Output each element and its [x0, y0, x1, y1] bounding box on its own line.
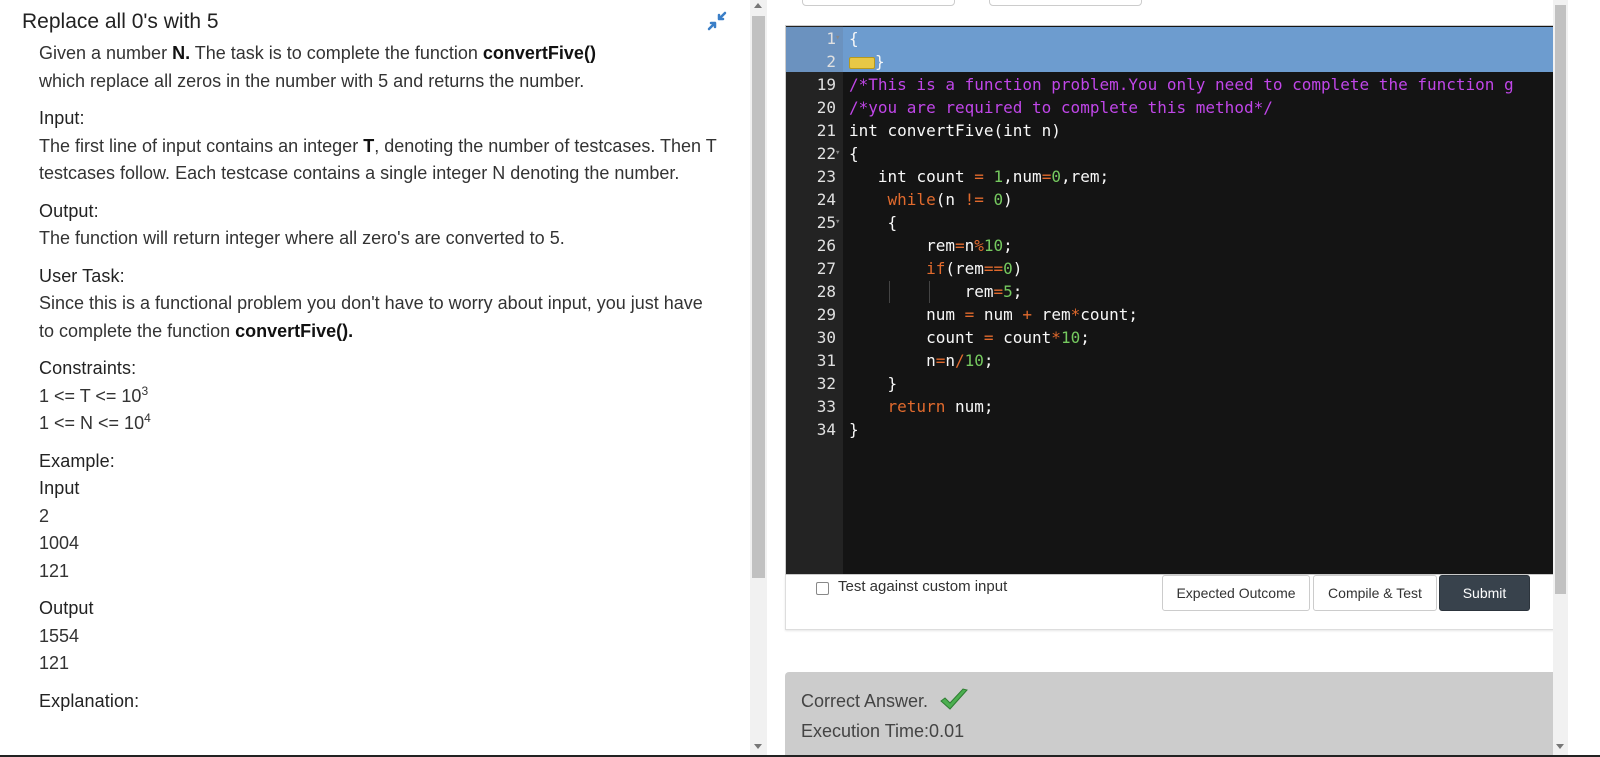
user-task-header: User Task:: [39, 265, 125, 286]
line-number: 22: [816, 144, 836, 163]
constraint-t: 1 <= T <= 103: [39, 383, 149, 406]
result-panel: Correct Answer. Execution Time:0.01: [785, 672, 1558, 757]
code-line: if(rem==0): [926, 259, 1023, 278]
code-line: {: [849, 144, 859, 163]
custom-input-checkbox[interactable]: [816, 582, 829, 595]
line-number: 29: [816, 305, 836, 324]
constraints-header: Constraints:: [39, 358, 137, 378]
example-input-line: 1004: [39, 533, 80, 553]
code-line: int convertFive(int n): [849, 121, 1061, 140]
line-number: 20: [816, 98, 836, 117]
collapse-icon[interactable]: [706, 10, 728, 32]
line-number: 25: [816, 213, 836, 232]
problem-title: Replace all 0's with 5: [22, 10, 219, 33]
custom-input-label: Test against custom input: [838, 578, 1008, 595]
fold-toggle-icon[interactable]: ▾: [835, 142, 840, 165]
right-scrollbar[interactable]: [1553, 0, 1568, 757]
example-header: Example:: [39, 450, 115, 471]
scroll-thumb[interactable]: [752, 16, 765, 578]
example-input-header: Input: [39, 478, 80, 498]
line-number: 2: [826, 52, 836, 71]
line-number: 30: [816, 328, 836, 347]
code-line: /*This is a function problem.You only ne…: [849, 75, 1514, 94]
scroll-thumb[interactable]: [1555, 5, 1566, 594]
scroll-down-arrow-icon[interactable]: [754, 744, 762, 749]
compile-test-button[interactable]: Compile & Test: [1313, 575, 1437, 611]
problem-panel: Replace all 0's with 5 Given a number N.…: [0, 0, 736, 757]
line-number: 19: [816, 75, 836, 94]
line-number: 31: [816, 351, 836, 370]
code-line: {: [887, 213, 898, 232]
output-header: Output:: [39, 200, 99, 221]
text-selection: [843, 27, 1557, 72]
code-line: n=n/10;: [926, 351, 994, 370]
line-number: 21: [816, 121, 836, 140]
example-input-line: 2: [39, 505, 50, 526]
editor-controls: Test against custom input Expected Outco…: [785, 575, 1558, 630]
code-line: }: [849, 420, 859, 439]
language-select[interactable]: [802, 0, 955, 6]
code-editor[interactable]: 1 ▾ 2 19 20 21 22 ▾ 23 24 25 ▾ 26 27 28 29 30 31 32 33 34 { …: [785, 25, 1558, 575]
problem-statement: Given a number N. The task is to complet…: [39, 40, 719, 715]
line-number: 32: [816, 374, 836, 393]
user-task-text: Since this is a functional problem you d…: [39, 293, 703, 341]
line-number: 27: [816, 259, 836, 278]
left-scrollbar[interactable]: [750, 0, 767, 757]
example-input-line: 121: [39, 560, 70, 581]
code-line: int count = 1,num=0,rem;: [877, 167, 1110, 186]
output-section: Output: The function will return integer…: [39, 198, 719, 253]
indent-guide: [929, 281, 930, 303]
constraints-section: Constraints: 1 <= T <= 103 1 <= N <= 104: [39, 355, 719, 438]
code-line: count = count*10;: [926, 328, 1090, 347]
submit-button[interactable]: Submit: [1439, 575, 1530, 611]
code-line: rem=n%10;: [926, 236, 1013, 255]
code-line: return num;: [887, 397, 994, 416]
indent-guide: [889, 281, 890, 303]
example-section: Example: Input 2 1004 121 Output 1554 12…: [39, 448, 719, 716]
result-status: Correct Answer.: [801, 691, 929, 711]
code-line: {: [849, 29, 859, 48]
scroll-down-arrow-icon[interactable]: [1556, 744, 1564, 749]
code-line: /*you are required to complete this meth…: [849, 98, 1273, 117]
editor-panel: 1 ▾ 2 19 20 21 22 ▾ 23 24 25 ▾ 26 27 28 29 30 31 32 33 34 { …: [767, 0, 1600, 757]
problem-description: Given a number N. The task is to complet…: [39, 43, 596, 91]
input-section: Input: The first line of input contains …: [39, 105, 719, 188]
input-header: Input:: [39, 108, 85, 128]
code-line: while(n != 0): [887, 190, 1013, 209]
fold-marker-icon[interactable]: [849, 56, 875, 69]
fold-toggle-icon[interactable]: ▾: [835, 27, 840, 50]
code-line: }: [849, 50, 885, 73]
line-number: 34: [816, 420, 836, 439]
code-line: }: [887, 374, 898, 393]
example-output-line: 121: [39, 653, 70, 673]
line-number: 23: [816, 167, 836, 186]
output-text: The function will return integer where a…: [39, 228, 565, 248]
line-number: 33: [816, 397, 836, 416]
code-line: rem=5;: [964, 282, 1023, 301]
code-line: num = num + rem*count;: [926, 305, 1139, 324]
theme-select[interactable]: [989, 0, 1142, 6]
user-task-section: User Task: Since this is a functional pr…: [39, 263, 719, 346]
checkmark-icon: [940, 688, 968, 710]
line-number: 28: [816, 282, 836, 301]
line-number: 24: [816, 190, 836, 209]
example-output-header: Output: [39, 598, 94, 618]
input-text: The first line of input contains an inte…: [39, 135, 717, 184]
constraint-n: 1 <= N <= 104: [39, 411, 151, 433]
explanation-header: Explanation:: [39, 690, 140, 711]
example-output-line: 1554: [39, 625, 80, 646]
expected-outcome-button[interactable]: Expected Outcome: [1162, 575, 1310, 611]
line-number: 1: [826, 29, 836, 48]
execution-time: Execution Time:0.01: [801, 721, 965, 741]
fold-toggle-icon[interactable]: ▾: [835, 211, 840, 234]
scroll-up-arrow-icon[interactable]: [754, 3, 762, 8]
line-number: 26: [816, 236, 836, 255]
